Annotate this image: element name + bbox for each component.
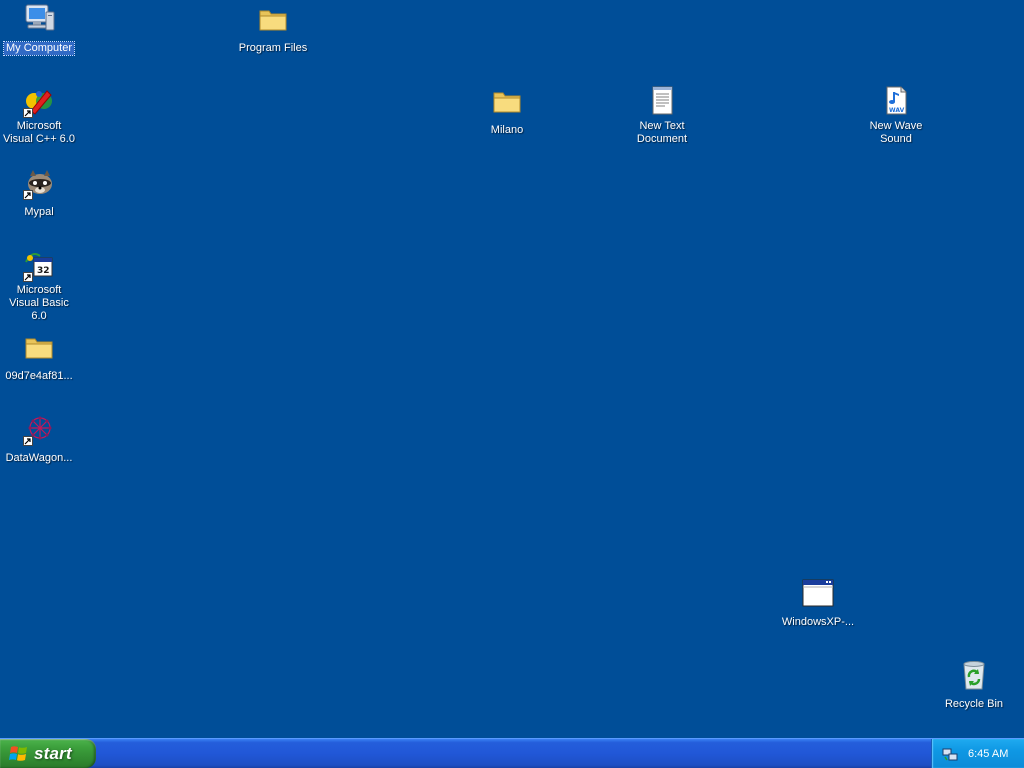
taskbar[interactable]: start 6:45 AM bbox=[0, 738, 1024, 768]
folder-icon bbox=[22, 330, 56, 364]
desktop-icon-milano[interactable]: Milano bbox=[468, 84, 546, 138]
desktop-icon-label: DataWagon... bbox=[5, 452, 73, 464]
desktop-icon-label: Microsoft Visual Basic 6.0 bbox=[9, 284, 69, 322]
svg-text:WAV: WAV bbox=[889, 107, 905, 114]
desktop-icon-datawagon[interactable]: DataWagon... bbox=[0, 412, 78, 466]
text-document-icon bbox=[645, 84, 679, 118]
visual-cpp-icon bbox=[22, 84, 56, 118]
shortcut-arrow-icon bbox=[23, 272, 33, 282]
desktop-icon-my-computer[interactable]: My Computer bbox=[0, 2, 78, 56]
desktop-icon-label: My Computer bbox=[2, 41, 76, 56]
raccoon-icon bbox=[22, 166, 56, 200]
desktop-icon-hash-folder[interactable]: 09d7e4af81... bbox=[0, 330, 78, 384]
desktop-icon-label: New Text Document bbox=[636, 120, 688, 145]
desktop-icon-label: Mypal bbox=[24, 206, 54, 218]
computer-icon bbox=[22, 2, 56, 36]
svg-text:32: 32 bbox=[37, 266, 50, 276]
desktop-icon-label: Microsoft Visual C++ 6.0 bbox=[3, 120, 75, 145]
desktop-icon-label: New Wave Sound bbox=[869, 120, 923, 145]
desktop-icon-new-wave-sound[interactable]: WAV New Wave Sound bbox=[857, 84, 935, 147]
datawagon-icon bbox=[22, 412, 56, 446]
desktop-icon-label: Recycle Bin bbox=[944, 698, 1004, 710]
desktop-icon-windowsxp[interactable]: WindowsXP-... bbox=[779, 576, 857, 630]
desktop-icon-visual-cpp[interactable]: Microsoft Visual C++ 6.0 bbox=[0, 84, 78, 147]
shortcut-arrow-icon bbox=[23, 108, 33, 118]
shortcut-arrow-icon bbox=[23, 190, 33, 200]
desktop-icon-visual-basic[interactable]: 32 Microsoft Visual Basic 6.0 bbox=[0, 248, 78, 324]
folder-icon bbox=[256, 2, 290, 36]
desktop-icon-new-text-document[interactable]: New Text Document bbox=[623, 84, 701, 147]
recycle-bin-icon bbox=[957, 658, 991, 692]
desktop-icon-label: WindowsXP-... bbox=[781, 616, 855, 628]
network-icon[interactable] bbox=[942, 746, 958, 762]
shortcut-arrow-icon bbox=[23, 436, 33, 446]
windows-logo-icon bbox=[9, 745, 27, 761]
desktop-icon-label: 09d7e4af81... bbox=[5, 370, 73, 382]
desktop[interactable]: My Computer Program Files Microsoft Visu… bbox=[0, 0, 1024, 738]
window-icon bbox=[801, 576, 835, 610]
clock[interactable]: 6:45 AM bbox=[968, 748, 1008, 760]
folder-icon bbox=[490, 84, 524, 118]
visual-basic-icon: 32 bbox=[22, 248, 56, 282]
desktop-icon-label: Milano bbox=[490, 124, 524, 136]
desktop-icon-recycle-bin[interactable]: Recycle Bin bbox=[935, 658, 1013, 712]
wav-file-icon: WAV bbox=[879, 84, 913, 118]
desktop-icon-program-files[interactable]: Program Files bbox=[234, 2, 312, 56]
start-button-label: start bbox=[34, 743, 72, 763]
desktop-icon-label: Program Files bbox=[238, 42, 308, 54]
start-button[interactable]: start bbox=[0, 739, 96, 768]
system-tray: 6:45 AM bbox=[931, 739, 1024, 768]
desktop-icon-mypal[interactable]: Mypal bbox=[0, 166, 78, 220]
